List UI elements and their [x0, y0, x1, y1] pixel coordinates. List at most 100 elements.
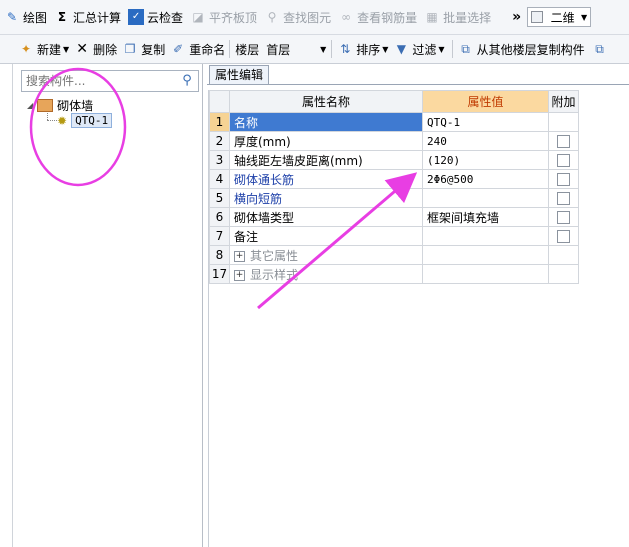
find-element-button[interactable]: ⚲ 查找图元: [264, 6, 331, 28]
table-header-row: 属性名称 属性值 附加: [209, 90, 579, 113]
draw-icon: ✎: [6, 10, 18, 24]
sigma-icon: Σ: [57, 10, 67, 24]
sort-icon: ⇅: [340, 42, 351, 56]
rename-button[interactable]: ✐ 重命名: [170, 38, 225, 60]
component-gear-icon: ✹: [57, 113, 68, 128]
table-row[interactable]: 4 砌体通长筋 2Φ6@500: [209, 169, 579, 189]
component-toolbar: ✦ 新建 ▼ ✕ 删除 ❐ 复制 ✐ 重命名 楼层 首层 ▼ ⇅ 排序 ▼ ▼ …: [0, 35, 629, 64]
row-number: 5: [209, 188, 230, 208]
row-number-header: [209, 90, 230, 113]
extra-checkbox[interactable]: [557, 211, 570, 224]
new-icon: ✦: [20, 42, 32, 56]
extra-checkbox[interactable]: [557, 230, 570, 243]
view-rebar-icon: ∞: [341, 10, 352, 24]
filter-icon: ▼: [396, 42, 407, 56]
level-slab-top-button[interactable]: ◪ 平齐板顶: [190, 6, 257, 28]
table-row[interactable]: 3 轴线距左墙皮距离(mm) (120): [209, 150, 579, 170]
extra-cell: [548, 245, 579, 265]
search-input[interactable]: [22, 71, 180, 91]
property-value[interactable]: QTQ-1: [422, 112, 549, 132]
property-name: 备注: [229, 226, 423, 246]
dropdown-arrow-icon: ▼: [382, 44, 389, 54]
copy-floor-icon: ⧉: [461, 42, 470, 56]
more-tool-button[interactable]: ⧉: [592, 38, 611, 60]
floor-select[interactable]: 首层 ▼: [263, 40, 329, 58]
delete-button[interactable]: ✕ 删除: [74, 38, 117, 60]
batch-select-button[interactable]: ▦ 批量选择: [424, 6, 491, 28]
extra-checkbox[interactable]: [557, 192, 570, 205]
copy-floor-icon: ⧉: [595, 42, 604, 56]
level-slab-icon: ◪: [192, 10, 204, 24]
component-tree-panel: ⚲ ◢ 砌体墙 ✹ QTQ-1: [12, 64, 203, 547]
find-icon: ⚲: [267, 10, 277, 24]
property-value[interactable]: 240: [422, 131, 549, 151]
property-name: 砌体墙类型: [229, 207, 423, 227]
property-name: 横向短筋: [229, 188, 423, 208]
expand-icon[interactable]: +: [234, 250, 245, 262]
row-number: 6: [209, 207, 230, 227]
extra-checkbox[interactable]: [557, 135, 570, 148]
extra-checkbox[interactable]: [557, 154, 570, 167]
extra-cell: [548, 264, 579, 284]
toolbar-overflow-button[interactable]: »: [512, 6, 521, 28]
table-row[interactable]: 6 砌体墙类型 框架间填充墙: [209, 207, 579, 227]
tree-node-masonry-wall[interactable]: ◢ 砌体墙: [27, 97, 93, 114]
filter-button[interactable]: ▼ 过滤 ▼: [393, 38, 445, 60]
toolbar-separator: [331, 40, 333, 58]
table-row[interactable]: 2 厚度(mm) 240: [209, 131, 579, 151]
property-name: 名称: [229, 112, 423, 132]
masonry-wall-icon: [37, 99, 54, 112]
sum-calc-button[interactable]: Σ 汇总计算: [54, 6, 121, 28]
property-value[interactable]: 框架间填充墙: [422, 207, 549, 227]
row-number: 3: [209, 150, 230, 170]
tab-property-edit[interactable]: 属性编辑: [209, 65, 270, 84]
toolbar-separator: [451, 40, 453, 58]
property-value: [422, 245, 549, 265]
expand-icon[interactable]: +: [234, 269, 245, 281]
extra-cell: [548, 150, 579, 170]
cloud-check-button[interactable]: ✓ 云检查: [128, 6, 183, 28]
extra-cell: [548, 207, 579, 227]
table-row[interactable]: 17 + 显示样式: [209, 264, 579, 284]
copy-button[interactable]: ❐ 复制: [122, 38, 165, 60]
row-number: 8: [209, 245, 230, 265]
sort-button[interactable]: ⇅ 排序 ▼: [337, 38, 388, 60]
table-row[interactable]: 1 名称 QTQ-1: [209, 112, 579, 132]
property-value[interactable]: 2Φ6@500: [422, 169, 549, 189]
draw-button[interactable]: ✎ 绘图: [4, 6, 47, 28]
tree-connector: [47, 120, 57, 121]
tree-node-label: QTQ-1: [71, 113, 113, 128]
table-row[interactable]: 5 横向短筋: [209, 188, 579, 208]
view-rebar-button[interactable]: ∞ 查看钢筋量: [338, 6, 417, 28]
extra-cell: [548, 112, 579, 132]
view-2d-icon: [531, 11, 544, 23]
dropdown-arrow-icon: ▼: [438, 44, 445, 54]
table-row[interactable]: 8 + 其它属性: [209, 245, 579, 265]
property-tab-strip: 属性编辑: [207, 64, 629, 85]
extra-cell: [548, 188, 579, 208]
new-button[interactable]: ✦ 新建 ▼: [18, 38, 69, 60]
view-mode-select[interactable]: 二维 ▼: [527, 7, 592, 27]
search-icon[interactable]: ⚲: [178, 72, 196, 90]
table-row[interactable]: 7 备注: [209, 226, 579, 246]
search-box: ⚲: [21, 70, 199, 92]
tree-node-qtq-1[interactable]: ✹ QTQ-1: [57, 113, 113, 128]
collapse-icon[interactable]: ◢: [27, 101, 33, 110]
property-value[interactable]: [422, 188, 549, 208]
property-name-header: 属性名称: [229, 90, 423, 113]
extra-cell: [548, 131, 579, 151]
row-number: 2: [209, 131, 230, 151]
dropdown-arrow-icon: ▼: [63, 44, 70, 54]
property-grid: 属性名称 属性值 附加 1 名称 QTQ-1 2 厚度(mm) 240 3 轴线…: [208, 90, 629, 547]
dropdown-arrow-icon: ▼: [580, 12, 588, 22]
copy-from-floor-button[interactable]: ⧉ 从其他楼层复制构件: [458, 38, 584, 60]
property-value[interactable]: (120): [422, 150, 549, 170]
property-name: 轴线距左墙皮距离(mm): [229, 150, 423, 170]
property-name: 砌体通长筋: [229, 169, 423, 189]
property-value-header: 属性值: [422, 90, 549, 113]
property-value[interactable]: [422, 226, 549, 246]
property-value: [422, 264, 549, 284]
rename-icon: ✐: [173, 42, 184, 56]
copy-icon: ❐: [124, 42, 136, 56]
extra-checkbox[interactable]: [557, 173, 570, 186]
